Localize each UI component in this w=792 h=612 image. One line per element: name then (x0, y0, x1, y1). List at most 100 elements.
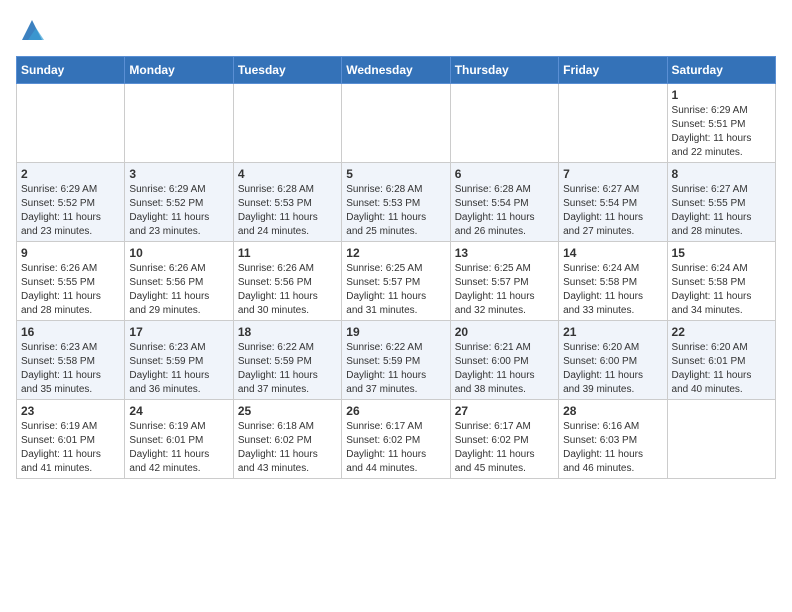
calendar-cell: 14Sunrise: 6:24 AM Sunset: 5:58 PM Dayli… (559, 242, 667, 321)
day-number: 22 (672, 325, 771, 339)
calendar-cell: 23 Sunrise: 6:19 AM Sunset: 6:01 PM Dayli… (17, 400, 125, 479)
day-info: Sunrise: 6:27 AM Sunset: 5:55 PM Dayligh… (672, 183, 771, 239)
calendar-cell: 3 Sunrise: 6:29 AM Sunset: 5:52 PM Daylig… (125, 163, 233, 242)
calendar-cell: 27 Sunrise: 6:17 AM Sunset: 6:02 PM Dayli… (450, 400, 558, 479)
day-info: Sunrise: 6:29 AM Sunset: 5:52 PM Dayligh… (129, 183, 228, 239)
day-number: 28 (563, 404, 662, 418)
day-number: 25 (238, 404, 337, 418)
day-number: 6 (455, 167, 554, 181)
day-info: Sunrise: 6:25 AM Sunset: 5:57 PM Dayligh… (455, 262, 554, 318)
day-number: 14 (563, 246, 662, 260)
calendar-cell (125, 84, 233, 163)
calendar-cell: 13 Sunrise: 6:25 AM Sunset: 5:57 PM Dayli… (450, 242, 558, 321)
calendar-cell: 4 Sunrise: 6:28 AM Sunset: 5:53 PM Daylig… (233, 163, 341, 242)
day-number: 1 (672, 88, 771, 102)
day-number: 27 (455, 404, 554, 418)
day-info: Sunrise: 6:19 AM Sunset: 6:01 PM Dayligh… (129, 420, 228, 476)
calendar-cell: 7 Sunrise: 6:27 AM Sunset: 5:54 PM Daylig… (559, 163, 667, 242)
calendar-cell (667, 400, 775, 479)
day-number: 4 (238, 167, 337, 181)
calendar-week-row: 1 Sunrise: 6:29 AM Sunset: 5:51 PM Daylig… (17, 84, 776, 163)
weekday-header: Thursday (450, 57, 558, 84)
day-number: 21 (563, 325, 662, 339)
calendar-week-row: 2Sunrise: 6:29 AM Sunset: 5:52 PM Daylig… (17, 163, 776, 242)
day-info: Sunrise: 6:20 AM Sunset: 6:00 PM Dayligh… (563, 341, 662, 397)
calendar-cell (559, 84, 667, 163)
calendar-cell: 9 Sunrise: 6:26 AM Sunset: 5:55 PM Daylig… (17, 242, 125, 321)
calendar-cell: 18 Sunrise: 6:22 AM Sunset: 5:59 PM Dayli… (233, 321, 341, 400)
day-info: Sunrise: 6:26 AM Sunset: 5:56 PM Dayligh… (238, 262, 337, 318)
calendar-cell: 2Sunrise: 6:29 AM Sunset: 5:52 PM Daylig… (17, 163, 125, 242)
day-number: 19 (346, 325, 445, 339)
day-info: Sunrise: 6:26 AM Sunset: 5:56 PM Dayligh… (129, 262, 228, 318)
calendar-cell: 16 Sunrise: 6:23 AM Sunset: 5:58 PM Dayli… (17, 321, 125, 400)
day-number: 13 (455, 246, 554, 260)
day-number: 23 (21, 404, 120, 418)
day-number: 26 (346, 404, 445, 418)
weekday-header: Monday (125, 57, 233, 84)
calendar-cell: 1 Sunrise: 6:29 AM Sunset: 5:51 PM Daylig… (667, 84, 775, 163)
day-info: Sunrise: 6:18 AM Sunset: 6:02 PM Dayligh… (238, 420, 337, 476)
day-info: Sunrise: 6:29 AM Sunset: 5:52 PM Dayligh… (21, 183, 120, 239)
weekday-header: Sunday (17, 57, 125, 84)
calendar-cell (342, 84, 450, 163)
day-info: Sunrise: 6:23 AM Sunset: 5:59 PM Dayligh… (129, 341, 228, 397)
day-info: Sunrise: 6:24 AM Sunset: 5:58 PM Dayligh… (672, 262, 771, 318)
weekday-header: Tuesday (233, 57, 341, 84)
day-info: Sunrise: 6:29 AM Sunset: 5:51 PM Dayligh… (672, 104, 771, 160)
day-number: 15 (672, 246, 771, 260)
logo-icon (18, 16, 46, 44)
calendar-cell: 24 Sunrise: 6:19 AM Sunset: 6:01 PM Dayli… (125, 400, 233, 479)
calendar-week-row: 16 Sunrise: 6:23 AM Sunset: 5:58 PM Dayli… (17, 321, 776, 400)
day-number: 9 (21, 246, 120, 260)
day-info: Sunrise: 6:16 AM Sunset: 6:03 PM Dayligh… (563, 420, 662, 476)
day-number: 12 (346, 246, 445, 260)
day-info: Sunrise: 6:17 AM Sunset: 6:02 PM Dayligh… (346, 420, 445, 476)
weekday-header: Friday (559, 57, 667, 84)
calendar-cell: 15 Sunrise: 6:24 AM Sunset: 5:58 PM Dayli… (667, 242, 775, 321)
calendar-header-row: SundayMondayTuesdayWednesdayThursdayFrid… (17, 57, 776, 84)
day-info: Sunrise: 6:22 AM Sunset: 5:59 PM Dayligh… (346, 341, 445, 397)
calendar-cell (450, 84, 558, 163)
calendar-cell: 8 Sunrise: 6:27 AM Sunset: 5:55 PM Daylig… (667, 163, 775, 242)
calendar-cell: 22 Sunrise: 6:20 AM Sunset: 6:01 PM Dayli… (667, 321, 775, 400)
day-number: 8 (672, 167, 771, 181)
calendar-cell: 11Sunrise: 6:26 AM Sunset: 5:56 PM Dayli… (233, 242, 341, 321)
day-info: Sunrise: 6:19 AM Sunset: 6:01 PM Dayligh… (21, 420, 120, 476)
day-info: Sunrise: 6:23 AM Sunset: 5:58 PM Dayligh… (21, 341, 120, 397)
calendar-cell: 26 Sunrise: 6:17 AM Sunset: 6:02 PM Dayli… (342, 400, 450, 479)
day-info: Sunrise: 6:17 AM Sunset: 6:02 PM Dayligh… (455, 420, 554, 476)
calendar-cell: 25 Sunrise: 6:18 AM Sunset: 6:02 PM Dayli… (233, 400, 341, 479)
day-number: 5 (346, 167, 445, 181)
calendar-week-row: 23 Sunrise: 6:19 AM Sunset: 6:01 PM Dayli… (17, 400, 776, 479)
page-header (16, 16, 776, 44)
day-info: Sunrise: 6:28 AM Sunset: 5:54 PM Dayligh… (455, 183, 554, 239)
day-info: Sunrise: 6:28 AM Sunset: 5:53 PM Dayligh… (238, 183, 337, 239)
day-info: Sunrise: 6:21 AM Sunset: 6:00 PM Dayligh… (455, 341, 554, 397)
calendar-cell (233, 84, 341, 163)
day-info: Sunrise: 6:22 AM Sunset: 5:59 PM Dayligh… (238, 341, 337, 397)
calendar-cell: 19 Sunrise: 6:22 AM Sunset: 5:59 PM Dayli… (342, 321, 450, 400)
day-info: Sunrise: 6:26 AM Sunset: 5:55 PM Dayligh… (21, 262, 120, 318)
calendar-cell: 20Sunrise: 6:21 AM Sunset: 6:00 PM Dayli… (450, 321, 558, 400)
calendar-cell: 5 Sunrise: 6:28 AM Sunset: 5:53 PM Daylig… (342, 163, 450, 242)
calendar-cell: 6 Sunrise: 6:28 AM Sunset: 5:54 PM Daylig… (450, 163, 558, 242)
day-number: 16 (21, 325, 120, 339)
day-info: Sunrise: 6:27 AM Sunset: 5:54 PM Dayligh… (563, 183, 662, 239)
day-number: 7 (563, 167, 662, 181)
logo (16, 16, 46, 44)
day-number: 10 (129, 246, 228, 260)
day-number: 3 (129, 167, 228, 181)
day-info: Sunrise: 6:20 AM Sunset: 6:01 PM Dayligh… (672, 341, 771, 397)
calendar-cell: 21 Sunrise: 6:20 AM Sunset: 6:00 PM Dayli… (559, 321, 667, 400)
day-number: 18 (238, 325, 337, 339)
day-number: 24 (129, 404, 228, 418)
day-info: Sunrise: 6:28 AM Sunset: 5:53 PM Dayligh… (346, 183, 445, 239)
calendar-cell: 17 Sunrise: 6:23 AM Sunset: 5:59 PM Dayli… (125, 321, 233, 400)
weekday-header: Saturday (667, 57, 775, 84)
calendar-cell: 10 Sunrise: 6:26 AM Sunset: 5:56 PM Dayli… (125, 242, 233, 321)
day-number: 17 (129, 325, 228, 339)
calendar-cell: 28 Sunrise: 6:16 AM Sunset: 6:03 PM Dayli… (559, 400, 667, 479)
weekday-header: Wednesday (342, 57, 450, 84)
day-info: Sunrise: 6:25 AM Sunset: 5:57 PM Dayligh… (346, 262, 445, 318)
